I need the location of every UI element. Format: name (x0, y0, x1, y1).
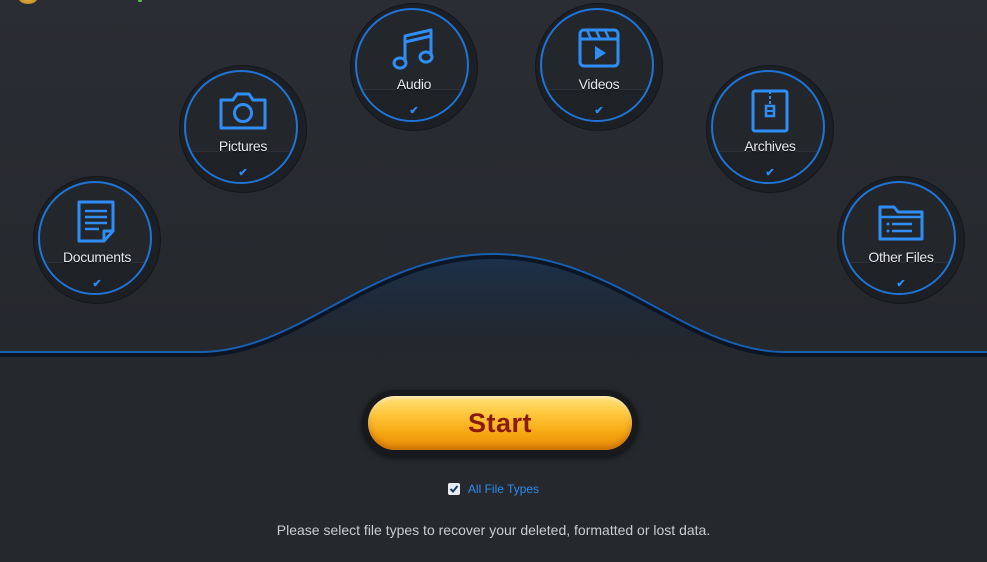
checkmark-icon: ✔ (238, 167, 248, 179)
checkmark-icon: ✔ (765, 167, 775, 179)
file-type-archives[interactable]: Archives ✔ (707, 66, 833, 192)
video-clapper-icon (574, 26, 624, 72)
file-type-videos[interactable]: Videos ✔ (536, 4, 662, 130)
zip-archive-icon (745, 88, 795, 134)
file-type-label: Archives (744, 138, 796, 154)
start-button[interactable]: Start (368, 396, 632, 450)
checkmark-icon: ✔ (409, 105, 419, 117)
decorative-wave-divider (0, 252, 987, 362)
camera-icon (218, 88, 268, 134)
top-header-fragment (0, 0, 150, 8)
start-button-frame: Start (362, 390, 638, 456)
document-icon (72, 199, 122, 245)
instruction-text: Please select file types to recover your… (276, 522, 711, 538)
all-file-types-label[interactable]: All File Types (468, 482, 539, 496)
checkmark-icon: ✔ (594, 105, 604, 117)
all-file-types-checkbox[interactable] (447, 482, 460, 495)
recovery-file-type-screen: Documents ✔ Pictures ✔ Audio ✔ Videos ✔ … (0, 0, 987, 562)
file-type-pictures[interactable]: Pictures ✔ (180, 66, 306, 192)
app-logo-icon (18, 0, 38, 4)
file-type-label: Videos (578, 76, 620, 92)
all-file-types-option[interactable]: All File Types (0, 481, 987, 496)
file-type-audio[interactable]: Audio ✔ (351, 4, 477, 130)
file-type-label: Pictures (218, 138, 268, 154)
music-note-icon (389, 26, 439, 72)
logo-accent-icon (138, 0, 142, 2)
file-type-label: Audio (396, 76, 432, 92)
folder-list-icon (876, 199, 926, 245)
checkbox-check-icon (449, 485, 459, 493)
